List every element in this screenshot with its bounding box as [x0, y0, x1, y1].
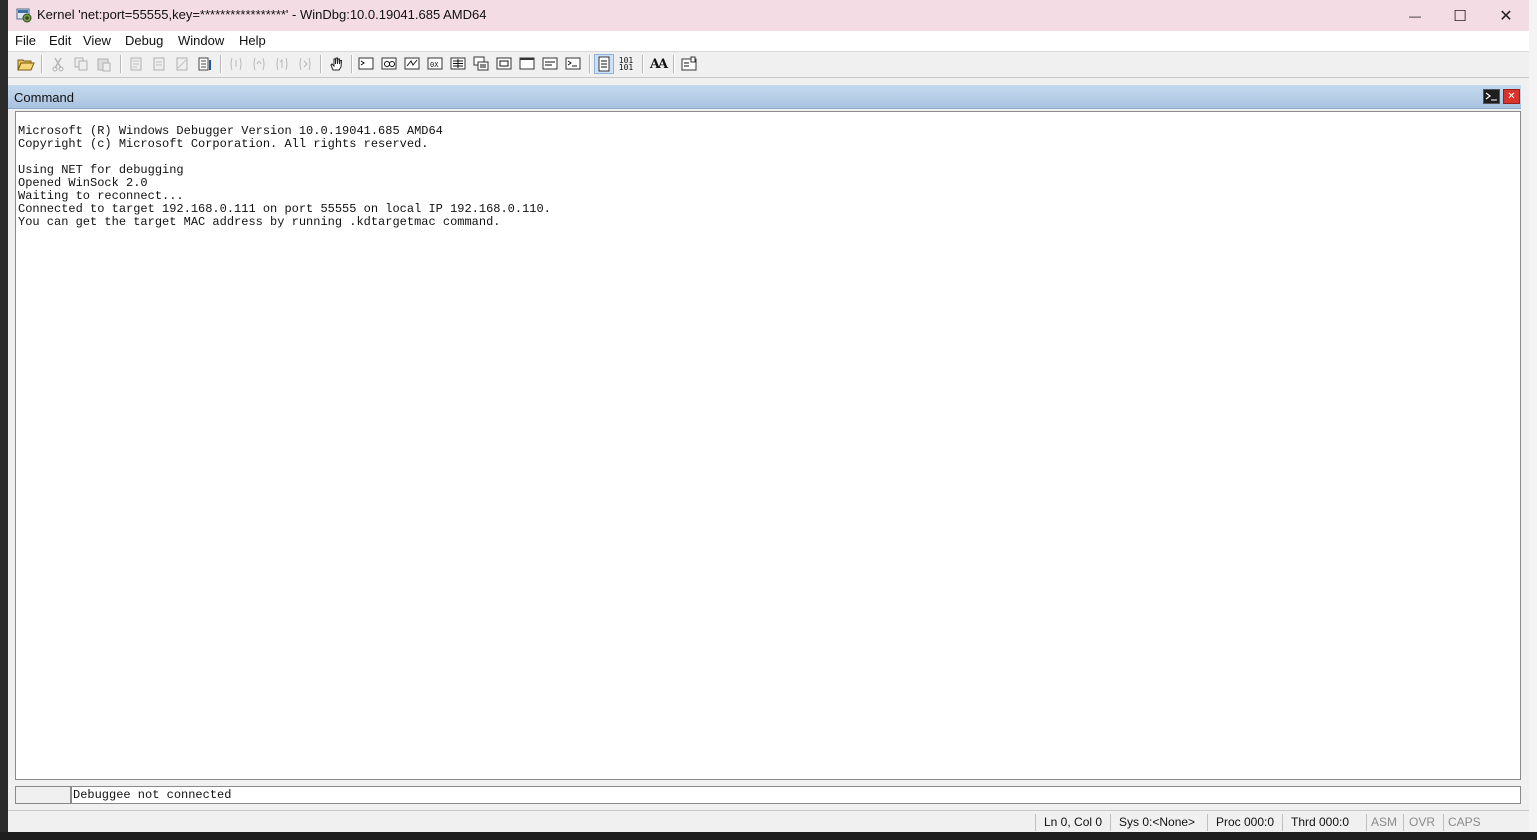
hex-label-bottom: 101: [618, 63, 634, 72]
scratch-pad-icon: [519, 57, 535, 70]
close-command-window-button[interactable]: ✕: [1503, 89, 1520, 104]
status-thrd: Thrd 000:0: [1291, 815, 1350, 829]
call-stack-window-button[interactable]: [471, 54, 491, 74]
locals-icon: [404, 57, 420, 70]
restart-icon: [153, 57, 165, 71]
hex-mode-button[interactable]: 101 101: [616, 54, 636, 74]
font-icon: AA: [649, 56, 668, 72]
command-input[interactable]: [71, 786, 1521, 804]
taskbar-strip: [0, 832, 1537, 840]
disassembly-icon: [496, 57, 512, 70]
output-line: You can get the target MAC address by ru…: [18, 215, 501, 229]
paste-button[interactable]: [94, 54, 114, 74]
close-icon: ✕: [1499, 7, 1513, 25]
command-window-header[interactable]: Command ✕: [8, 85, 1521, 109]
run-to-cursor-button[interactable]: [295, 54, 315, 74]
maximize-button[interactable]: ☐: [1437, 0, 1483, 31]
status-asm: ASM: [1371, 815, 1398, 829]
minimize-icon: —: [1409, 8, 1421, 23]
menu-edit[interactable]: Edit: [49, 33, 71, 48]
command-prompt-label: [15, 786, 71, 804]
output-text: Microsoft (R) Windows Debugger Version 1…: [18, 125, 551, 229]
scratch-pad-button[interactable]: [517, 54, 537, 74]
status-proc: Proc 000:0: [1216, 815, 1275, 829]
watch-icon: [381, 57, 397, 70]
open-file-button[interactable]: [16, 54, 36, 74]
paste-icon: [97, 58, 111, 72]
command-browser-icon: [565, 57, 581, 70]
command-prompt-icon: [358, 57, 374, 70]
step-over-icon: [253, 57, 265, 71]
menu-file[interactable]: File: [15, 33, 36, 48]
status-ovr: OVR: [1409, 815, 1436, 829]
close-icon: ✕: [1507, 91, 1516, 102]
command-window-title: Command: [14, 90, 74, 105]
break-icon: [198, 57, 211, 71]
output-line: Copyright (c) Microsoft Corporation. All…: [18, 137, 429, 151]
status-sys: Sys 0:<None>: [1119, 815, 1196, 829]
minimize-button[interactable]: —: [1392, 0, 1438, 31]
status-bar: Ln 0, Col 0 Sys 0:<None> Proc 000:0 Thrd…: [8, 810, 1529, 833]
menu-help[interactable]: Help: [239, 33, 266, 48]
insert-breakpoint-button[interactable]: [326, 54, 346, 74]
status-line-col: Ln 0, Col 0: [1044, 815, 1103, 829]
command-output[interactable]: Microsoft (R) Windows Debugger Version 1…: [15, 111, 1521, 780]
command-browser-button[interactable]: [563, 54, 583, 74]
step-into-button[interactable]: [226, 54, 246, 74]
command-input-row: [15, 786, 1521, 804]
options-button[interactable]: [679, 54, 699, 74]
close-window-button[interactable]: ✕: [1483, 0, 1529, 31]
break-button[interactable]: [195, 54, 215, 74]
memory-icon: [450, 57, 466, 70]
font-button[interactable]: AA: [648, 54, 668, 74]
step-out-button[interactable]: [272, 54, 292, 74]
copy-icon: [74, 57, 88, 71]
toolbar: 0X 101 101 AA: [8, 52, 1529, 78]
processes-icon: [542, 57, 558, 70]
processes-threads-button[interactable]: [540, 54, 560, 74]
restart-button[interactable]: [149, 54, 169, 74]
menu-window[interactable]: Window: [178, 33, 224, 48]
source-mode-button[interactable]: [594, 54, 614, 74]
disassembly-window-button[interactable]: [494, 54, 514, 74]
windbg-window: Kernel 'net:port=55555,key=*************…: [8, 0, 1529, 840]
svg-text:0X: 0X: [430, 61, 439, 69]
stop-icon: [176, 57, 188, 71]
go-icon: [130, 57, 142, 71]
status-caps: CAPS: [1448, 815, 1481, 829]
source-mode-icon: [598, 56, 610, 72]
maximize-icon: ☐: [1453, 7, 1467, 25]
scissors-icon: [52, 57, 64, 72]
title-bar[interactable]: Kernel 'net:port=55555,key=*************…: [8, 0, 1529, 32]
folder-open-icon: [17, 59, 35, 71]
menu-bar: File Edit View Debug Window Help: [8, 31, 1529, 52]
stop-debugging-button[interactable]: [172, 54, 192, 74]
command-window-menu-button[interactable]: [1483, 89, 1500, 104]
windbg-app-icon: [16, 7, 32, 23]
window-title: Kernel 'net:port=55555,key=*************…: [37, 7, 487, 22]
locals-window-button[interactable]: [402, 54, 422, 74]
run-to-cursor-icon: [299, 57, 311, 71]
call-stack-icon: [473, 56, 489, 71]
background-window-edge: [1529, 0, 1537, 840]
command-window-button[interactable]: [356, 54, 376, 74]
menu-view[interactable]: View: [83, 33, 111, 48]
hand-icon: [330, 57, 343, 71]
cut-button[interactable]: [48, 54, 68, 74]
step-over-button[interactable]: [249, 54, 269, 74]
go-button[interactable]: [126, 54, 146, 74]
command-prompt-icon: [1485, 92, 1497, 101]
options-icon: [681, 56, 697, 71]
registers-icon: 0X: [427, 57, 443, 70]
step-out-icon: [276, 57, 288, 71]
menu-debug[interactable]: Debug: [125, 33, 163, 48]
step-into-icon: [230, 57, 242, 71]
memory-window-button[interactable]: [448, 54, 468, 74]
watch-window-button[interactable]: [379, 54, 399, 74]
copy-button[interactable]: [71, 54, 91, 74]
registers-window-button[interactable]: 0X: [425, 54, 445, 74]
